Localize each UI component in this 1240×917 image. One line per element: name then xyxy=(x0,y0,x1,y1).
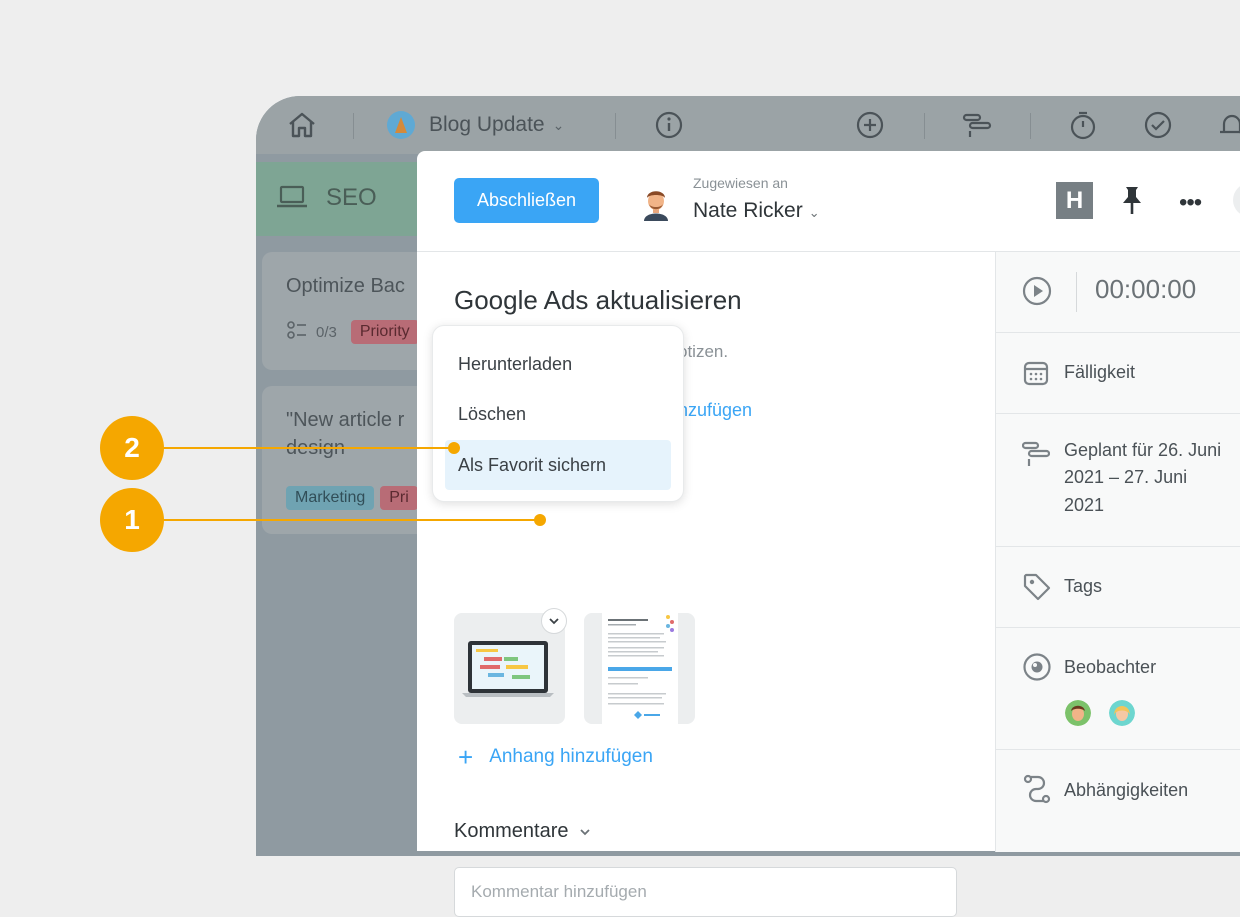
due-date-label: Fälligkeit xyxy=(1064,362,1136,382)
chevron-down-icon xyxy=(579,825,591,839)
header-toggle[interactable] xyxy=(1233,183,1240,217)
h-badge[interactable]: H xyxy=(1056,182,1093,219)
pin-icon[interactable] xyxy=(1118,184,1146,221)
timer-display: 00:00:00 xyxy=(1095,274,1197,304)
planned-row[interactable]: Geplant für 26. Juni 2021 – 27. Juni 202… xyxy=(996,414,1240,547)
planned-line-2: 2021 – 27. Juni xyxy=(1064,467,1188,487)
project-switcher[interactable]: Blog Update ⌄ xyxy=(387,96,564,154)
more-options-icon[interactable]: ••• xyxy=(1179,189,1202,217)
task-sidebar: 00:00:00 Fälligkeit Geplant für 26. Juni… xyxy=(995,252,1240,852)
chevron-down-icon: ⌄ xyxy=(552,116,565,133)
assignee-avatar[interactable] xyxy=(637,183,675,221)
planned-line-1: Geplant für 26. Juni xyxy=(1064,440,1222,460)
column-header[interactable]: SEO xyxy=(256,162,436,236)
watcher-avatar[interactable] xyxy=(1109,700,1135,726)
calendar-icon xyxy=(1022,359,1050,392)
assigned-label: Zugewiesen an xyxy=(693,175,788,191)
notes-placeholder[interactable]: otizen. xyxy=(678,342,728,362)
card-title: "New article r xyxy=(286,409,405,431)
assignee-name: Nate Ricker xyxy=(693,199,803,222)
callout-badge-2: 2 xyxy=(100,416,164,480)
priority-tag: Pri xyxy=(380,486,418,510)
column-title: SEO xyxy=(326,184,377,211)
card-title: Optimize Bac xyxy=(286,275,405,297)
add-attachment-button[interactable]: + Anhang hinzufügen xyxy=(458,742,653,772)
timer-icon[interactable] xyxy=(1069,96,1097,154)
watchers-row[interactable]: Beobachter xyxy=(996,628,1240,750)
callout-1-line xyxy=(160,519,542,521)
subtask-count: 0/3 xyxy=(316,323,337,341)
gantt-icon xyxy=(1021,440,1051,473)
add-circle-icon[interactable] xyxy=(856,96,884,154)
plus-icon: + xyxy=(458,742,474,772)
due-date-row[interactable]: Fälligkeit xyxy=(996,333,1240,414)
info-icon[interactable] xyxy=(655,96,683,154)
callout-2-line xyxy=(160,447,455,449)
dependency-icon xyxy=(1022,774,1052,809)
comments-toggle[interactable]: Kommentare xyxy=(454,820,591,843)
dependencies-row[interactable]: Abhängigkeiten xyxy=(996,750,1240,852)
task-header: Abschließen Zugewiesen an Nate Ricker ⌄ H… xyxy=(417,151,1240,252)
attachment-context-menu: Herunterladen Löschen Als Favorit sicher… xyxy=(432,325,684,502)
comment-input[interactable] xyxy=(454,867,957,917)
bell-icon[interactable] xyxy=(1218,96,1240,154)
planned-line-3: 2021 xyxy=(1064,495,1105,515)
laptop-icon xyxy=(276,184,308,215)
watchers-label: Beobachter xyxy=(1064,657,1157,677)
priority-tag: Priority xyxy=(350,320,419,344)
gantt-icon[interactable] xyxy=(962,96,992,154)
callout-1-dot xyxy=(534,514,546,526)
eye-icon xyxy=(1022,653,1052,686)
assignee-dropdown[interactable]: Nate Ricker ⌄ xyxy=(693,199,820,223)
project-avatar-icon xyxy=(387,111,415,139)
complete-button[interactable]: Abschließen xyxy=(454,178,599,223)
attachment-thumbnail[interactable] xyxy=(584,613,695,724)
tags-label: Tags xyxy=(1064,576,1103,596)
subtasks-icon xyxy=(286,320,308,344)
watcher-avatar[interactable] xyxy=(1065,700,1091,726)
check-circle-icon[interactable] xyxy=(1144,96,1172,154)
tag-icon xyxy=(1022,572,1052,607)
marketing-tag: Marketing xyxy=(286,486,375,510)
task-title[interactable]: Google Ads aktualisieren xyxy=(454,285,742,316)
top-navigation-bar: Blog Update ⌄ xyxy=(256,96,1240,154)
callout-badge-1: 1 xyxy=(100,488,164,552)
time-tracker: 00:00:00 xyxy=(996,252,1240,333)
tags-row[interactable]: Tags xyxy=(996,547,1240,628)
add-subtask-link[interactable]: nzufügen xyxy=(678,400,752,421)
callout-2-dot xyxy=(448,442,460,454)
chevron-down-icon: ⌄ xyxy=(808,205,820,220)
comments-title: Kommentare xyxy=(454,820,569,842)
project-name: Blog Update xyxy=(429,113,545,136)
add-attachment-label: Anhang hinzufügen xyxy=(489,746,653,767)
play-icon[interactable] xyxy=(1022,276,1052,311)
menu-item-delete[interactable]: Löschen xyxy=(445,389,671,439)
menu-item-save-favorite[interactable]: Als Favorit sichern xyxy=(445,440,671,490)
menu-item-download[interactable]: Herunterladen xyxy=(445,339,671,389)
attachment-options-chevron-icon[interactable] xyxy=(541,608,567,634)
home-icon[interactable] xyxy=(287,96,317,154)
